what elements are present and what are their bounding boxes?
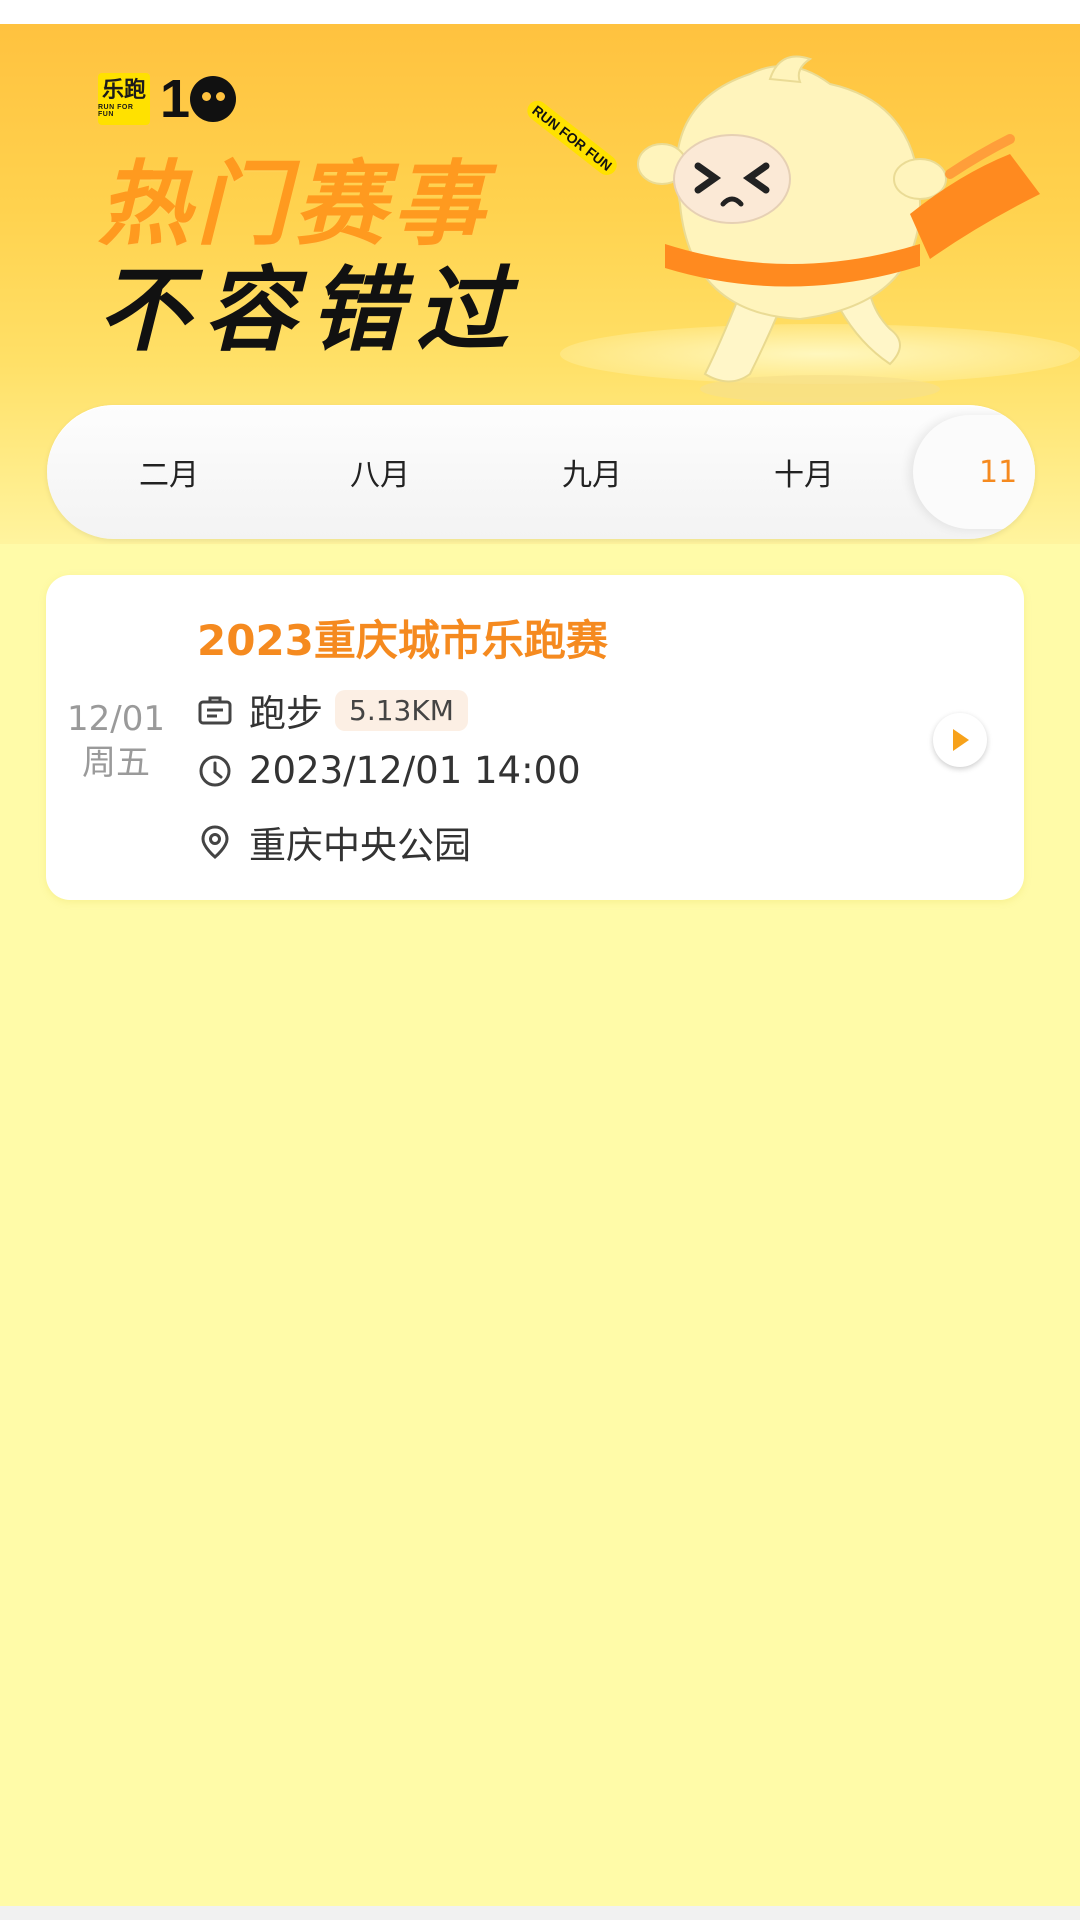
tab-february[interactable]: 二月 [89, 405, 249, 539]
event-location: 重庆中央公园 [249, 824, 471, 867]
run-for-fun-tag: RUN FOR FUN [523, 96, 622, 180]
event-sport-row: 跑步 5.13KM [197, 683, 468, 737]
brand-logo: 乐跑 RUN FOR FUN 1 [98, 68, 237, 130]
logo-badge-text: 乐跑 [101, 78, 146, 103]
event-detail-button[interactable] [933, 713, 987, 767]
ticket-icon [197, 692, 233, 728]
distance-badge: 5.13KM [335, 689, 468, 731]
logo-badge: 乐跑 RUN FOR FUN [98, 73, 150, 125]
clock-icon [197, 753, 233, 789]
logo-number: 1 [160, 69, 190, 129]
logo-anniversary: 1 [160, 68, 237, 130]
tab-november-active[interactable]: 11 [913, 415, 1035, 529]
tab-october[interactable]: 十月 [724, 405, 884, 539]
play-icon [953, 729, 969, 751]
event-sport: 跑步 [249, 692, 323, 735]
status-strip [0, 0, 1080, 24]
event-weekday: 周五 [82, 743, 150, 783]
headline-dont-miss: 不容错过 [98, 257, 523, 364]
event-location-row: 重庆中央公园 [197, 815, 471, 869]
bottom-strip [0, 1906, 1080, 1920]
event-time-row: 2023/12/01 14:00 [197, 749, 581, 792]
tab-september[interactable]: 九月 [512, 405, 672, 539]
event-date-column: 12/01 周五 [46, 697, 186, 785]
event-date: 12/01 [67, 699, 165, 739]
logo-badge-small-text: RUN FOR FUN [98, 104, 134, 118]
logo-face-icon [190, 76, 237, 122]
month-tab-bar[interactable]: 二月 八月 九月 十月 11 [47, 405, 1035, 539]
mascot-illustration [637, 55, 1040, 403]
event-datetime: 2023/12/01 14:00 [249, 749, 581, 792]
tab-august[interactable]: 八月 [300, 405, 460, 539]
event-card[interactable]: 12/01 周五 2023重庆城市乐跑赛 跑步 5.13KM 2023/12/0… [46, 575, 1024, 900]
location-pin-icon [197, 824, 233, 860]
event-title[interactable]: 2023重庆城市乐跑赛 [197, 607, 608, 668]
